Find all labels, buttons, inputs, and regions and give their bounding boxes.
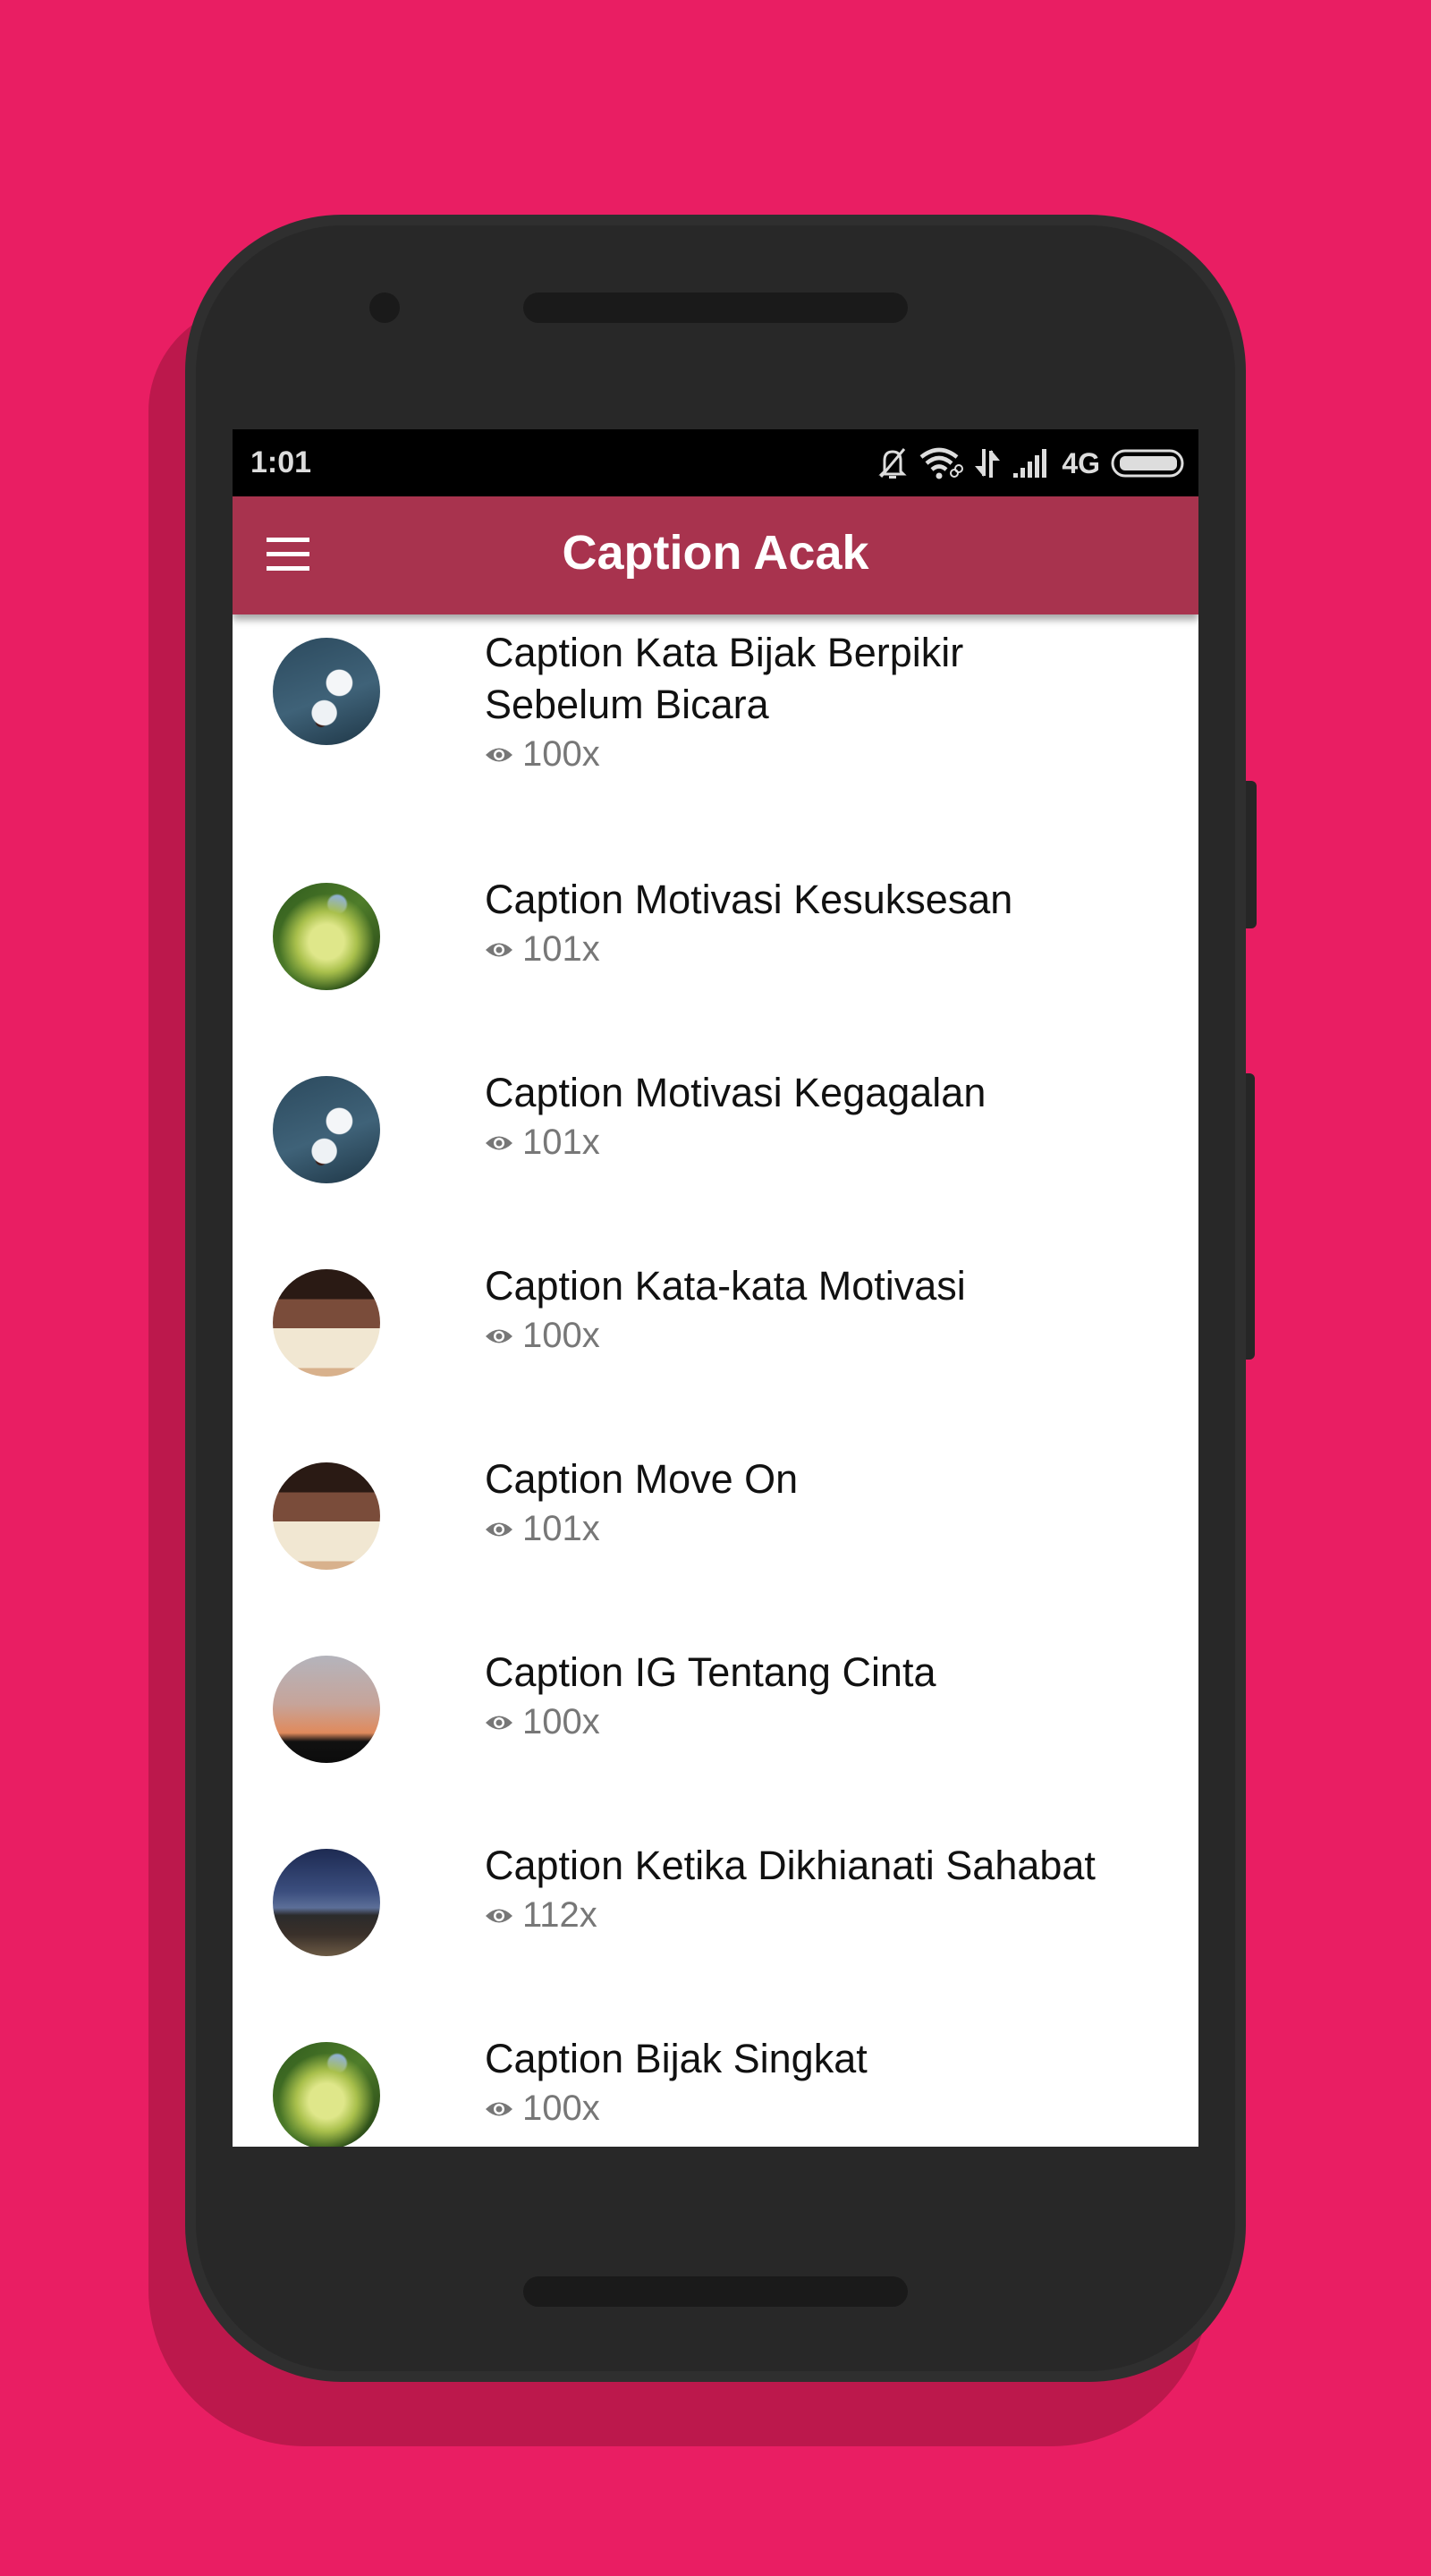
list-item-text: Caption Move On 101x	[485, 1453, 1181, 1549]
thumbnail-white-flower	[273, 1076, 380, 1183]
bottom-speaker	[523, 2276, 908, 2307]
list-item-text: Caption Bijak Singkat 100x	[485, 2033, 1181, 2129]
list-item-title: Caption Motivasi Kesuksesan	[485, 877, 1013, 922]
view-count: 100x	[485, 734, 1181, 775]
volume-button	[1246, 1073, 1255, 1360]
caption-list: Caption Kata Bijak Berpikir Sebelum Bica…	[233, 614, 1198, 2147]
list-item-text: Caption Kata Bijak Berpikir Sebelum Bica…	[485, 627, 1181, 775]
list-item-title: Caption Kata-kata Motivasi	[485, 1263, 966, 1309]
list-item-title: Caption Move On	[485, 1456, 799, 1502]
status-icons: 4G	[877, 444, 1186, 483]
view-count: 101x	[485, 1509, 1181, 1549]
view-count: 101x	[485, 1123, 1181, 1163]
thumbnail-girl-with-cup	[273, 1269, 380, 1377]
thumbnail-green-foliage	[273, 883, 380, 990]
earpiece-speaker	[523, 292, 908, 323]
eye-icon	[486, 1329, 512, 1343]
list-item[interactable]: Caption Motivasi Kesuksesan 101x	[233, 856, 1198, 1049]
view-count: 100x	[485, 1316, 1181, 1356]
list-item[interactable]: Caption Move On 101x	[233, 1436, 1198, 1629]
view-count-label: 100x	[522, 734, 600, 774]
view-count-label: 101x	[522, 929, 600, 969]
list-item-text: Caption Motivasi Kegagalan 101x	[485, 1067, 1181, 1163]
thumbnail-girl-with-cup	[273, 1462, 380, 1570]
page-title: Caption Acak	[562, 526, 869, 580]
thumbnail-green-foliage	[273, 2042, 380, 2147]
thumbnail-bicycle-sunset	[273, 1656, 380, 1763]
thumbnail-white-flower	[273, 638, 380, 745]
eye-icon	[486, 943, 512, 956]
view-count-label: 112x	[522, 1895, 597, 1935]
list-item-text: Caption Motivasi Kesuksesan 101x	[485, 874, 1181, 970]
view-count-label: 100x	[522, 1702, 600, 1741]
view-count-label: 101x	[522, 1509, 600, 1548]
eye-icon	[486, 748, 512, 761]
list-item-title: Caption Ketika Dikhianati Sahabat	[485, 1843, 1096, 1888]
eye-icon	[486, 1522, 512, 1536]
eye-icon	[486, 1716, 512, 1729]
list-item-title: Caption Motivasi Kegagalan	[485, 1070, 986, 1115]
notifications-off-icon	[877, 446, 908, 480]
view-count: 100x	[485, 1702, 1181, 1742]
eye-icon	[486, 1136, 512, 1149]
status-time: 1:01	[250, 445, 312, 479]
status-bar: 1:01 4G	[233, 429, 1198, 496]
view-count-label: 100x	[522, 2089, 600, 2128]
wifi-icon	[919, 446, 964, 480]
list-item-text: Caption IG Tentang Cinta 100x	[485, 1647, 1181, 1742]
list-item-title: Caption Kata Bijak Berpikir Sebelum Bica…	[485, 630, 964, 727]
battery-icon	[1111, 448, 1186, 479]
data-transfer-icon	[974, 446, 1001, 480]
thumbnail-friends-on-bench	[273, 1849, 380, 1956]
list-item-text: Caption Ketika Dikhianati Sahabat 112x	[485, 1840, 1181, 1936]
list-item[interactable]: Caption IG Tentang Cinta 100x	[233, 1629, 1198, 1822]
phone-screen: 1:01 4G Caption Acak Caption Kata Bijak …	[233, 429, 1198, 2147]
list-item-title: Caption Bijak Singkat	[485, 2036, 868, 2081]
view-count: 100x	[485, 2089, 1181, 2129]
signal-icon	[1012, 446, 1051, 480]
list-item[interactable]: Caption Motivasi Kegagalan 101x	[233, 1049, 1198, 1242]
list-item[interactable]: Caption Bijak Singkat 100x	[233, 2015, 1198, 2147]
power-button	[1246, 781, 1257, 928]
app-bar: Caption Acak	[233, 496, 1198, 614]
network-type-label: 4G	[1062, 446, 1100, 479]
view-count: 101x	[485, 929, 1181, 970]
view-count-label: 101x	[522, 1123, 600, 1162]
list-item-text: Caption Kata-kata Motivasi 100x	[485, 1260, 1181, 1356]
list-item-title: Caption IG Tentang Cinta	[485, 1649, 936, 1695]
list-item[interactable]: Caption Kata Bijak Berpikir Sebelum Bica…	[233, 614, 1198, 856]
list-item[interactable]: Caption Ketika Dikhianati Sahabat 112x	[233, 1822, 1198, 2015]
view-count: 112x	[485, 1895, 1181, 1936]
eye-icon	[486, 2102, 512, 2115]
front-camera	[369, 292, 400, 323]
list-item[interactable]: Caption Kata-kata Motivasi 100x	[233, 1242, 1198, 1436]
view-count-label: 100x	[522, 1316, 600, 1355]
eye-icon	[486, 1909, 512, 1922]
